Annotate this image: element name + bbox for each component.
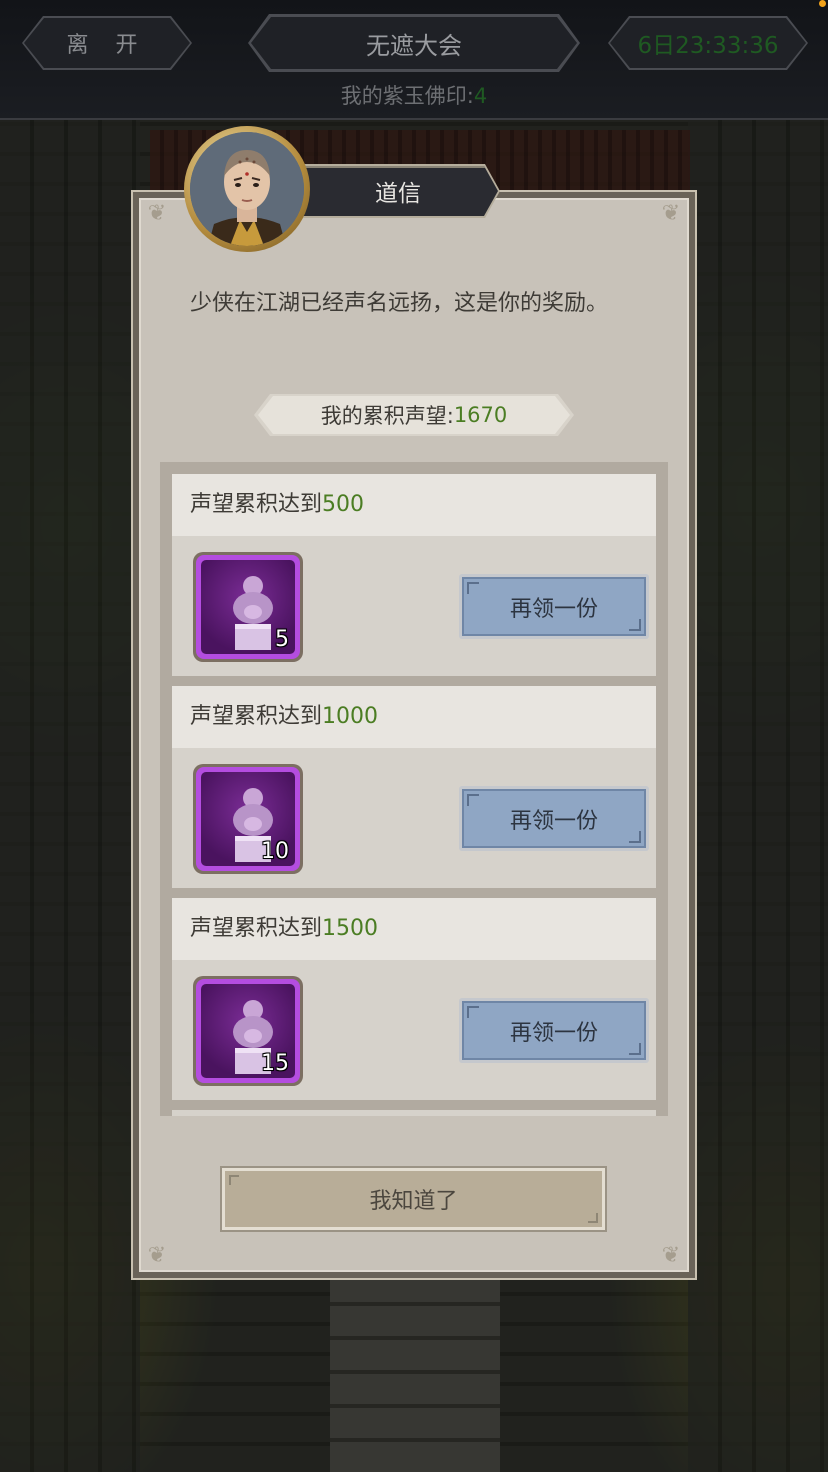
tier-header: 声望累积达到500	[172, 474, 656, 536]
claim-again-label: 再领一份	[462, 789, 646, 848]
reward-item-slot[interactable]: 10	[193, 764, 303, 874]
npc-name: 道信	[375, 181, 421, 207]
reputation-banner: 我的累积声望: 1670	[258, 396, 570, 434]
leave-button[interactable]: 离 开	[24, 18, 190, 68]
claim-again-button[interactable]: 再领一份	[459, 998, 649, 1063]
tier-header: 声望累积达到1500	[172, 898, 656, 960]
corner-ornament-icon: ❦	[147, 201, 167, 226]
tier-threshold: 1500	[322, 916, 379, 941]
tier-label: 声望累积达到	[190, 492, 323, 517]
reward-tier: 声望累积达到1000 10 再领一份	[172, 686, 656, 888]
event-title: 无遮大会	[251, 17, 577, 69]
reward-tier-list[interactable]: 声望累积达到500 5 再领一份 声望累积达到1000 10 再领一份 声望累积…	[160, 462, 668, 1116]
jade-seal-label: 我的紫玉佛印:	[340, 84, 474, 108]
reputation-label: 我的累积声望:	[320, 404, 454, 428]
corner-ornament-icon: ❦	[661, 1243, 681, 1268]
npc-message: 少侠在江湖已经声名远扬，这是你的奖励。	[190, 291, 609, 316]
item-quantity: 15	[261, 1051, 289, 1076]
countdown-timer: 6日23:33:36	[610, 18, 806, 68]
reward-item-slot[interactable]: 15	[193, 976, 303, 1086]
jade-seal-counter: 我的紫玉佛印:4	[0, 80, 828, 110]
tier-header: 声望累积达到1000	[172, 686, 656, 748]
reputation-value: 1670	[453, 403, 508, 427]
reward-item-slot[interactable]: 5	[193, 552, 303, 662]
confirm-button[interactable]: 我知道了	[220, 1166, 607, 1232]
monk-portrait-icon	[190, 132, 304, 246]
item-quantity: 10	[261, 839, 289, 864]
corner-ornament-icon: ❦	[661, 201, 681, 226]
confirm-button-label: 我知道了	[225, 1171, 602, 1227]
tier-label: 声望累积达到	[190, 704, 323, 729]
npc-avatar	[190, 132, 304, 246]
corner-ornament-icon: ❦	[147, 1243, 167, 1268]
top-bar: 离 开 无遮大会 6日23:33:36 我的紫玉佛印:4	[0, 0, 828, 120]
reward-tier: 声望累积达到500 5 再领一份	[172, 474, 656, 676]
claim-again-label: 再领一份	[462, 1001, 646, 1060]
tier-label: 声望累积达到	[190, 916, 323, 941]
claim-again-label: 再领一份	[462, 577, 646, 636]
notification-dot	[819, 0, 826, 7]
item-quantity: 5	[275, 627, 289, 652]
reward-tier: 声望累积达到1500 15 再领一份	[172, 898, 656, 1100]
claim-again-button[interactable]: 再领一份	[459, 574, 649, 639]
reward-tier-partial	[172, 1110, 656, 1116]
jade-seal-value: 4	[473, 84, 488, 108]
claim-again-button[interactable]: 再领一份	[459, 786, 649, 851]
tier-threshold: 500	[322, 492, 365, 517]
tier-threshold: 1000	[322, 704, 379, 729]
